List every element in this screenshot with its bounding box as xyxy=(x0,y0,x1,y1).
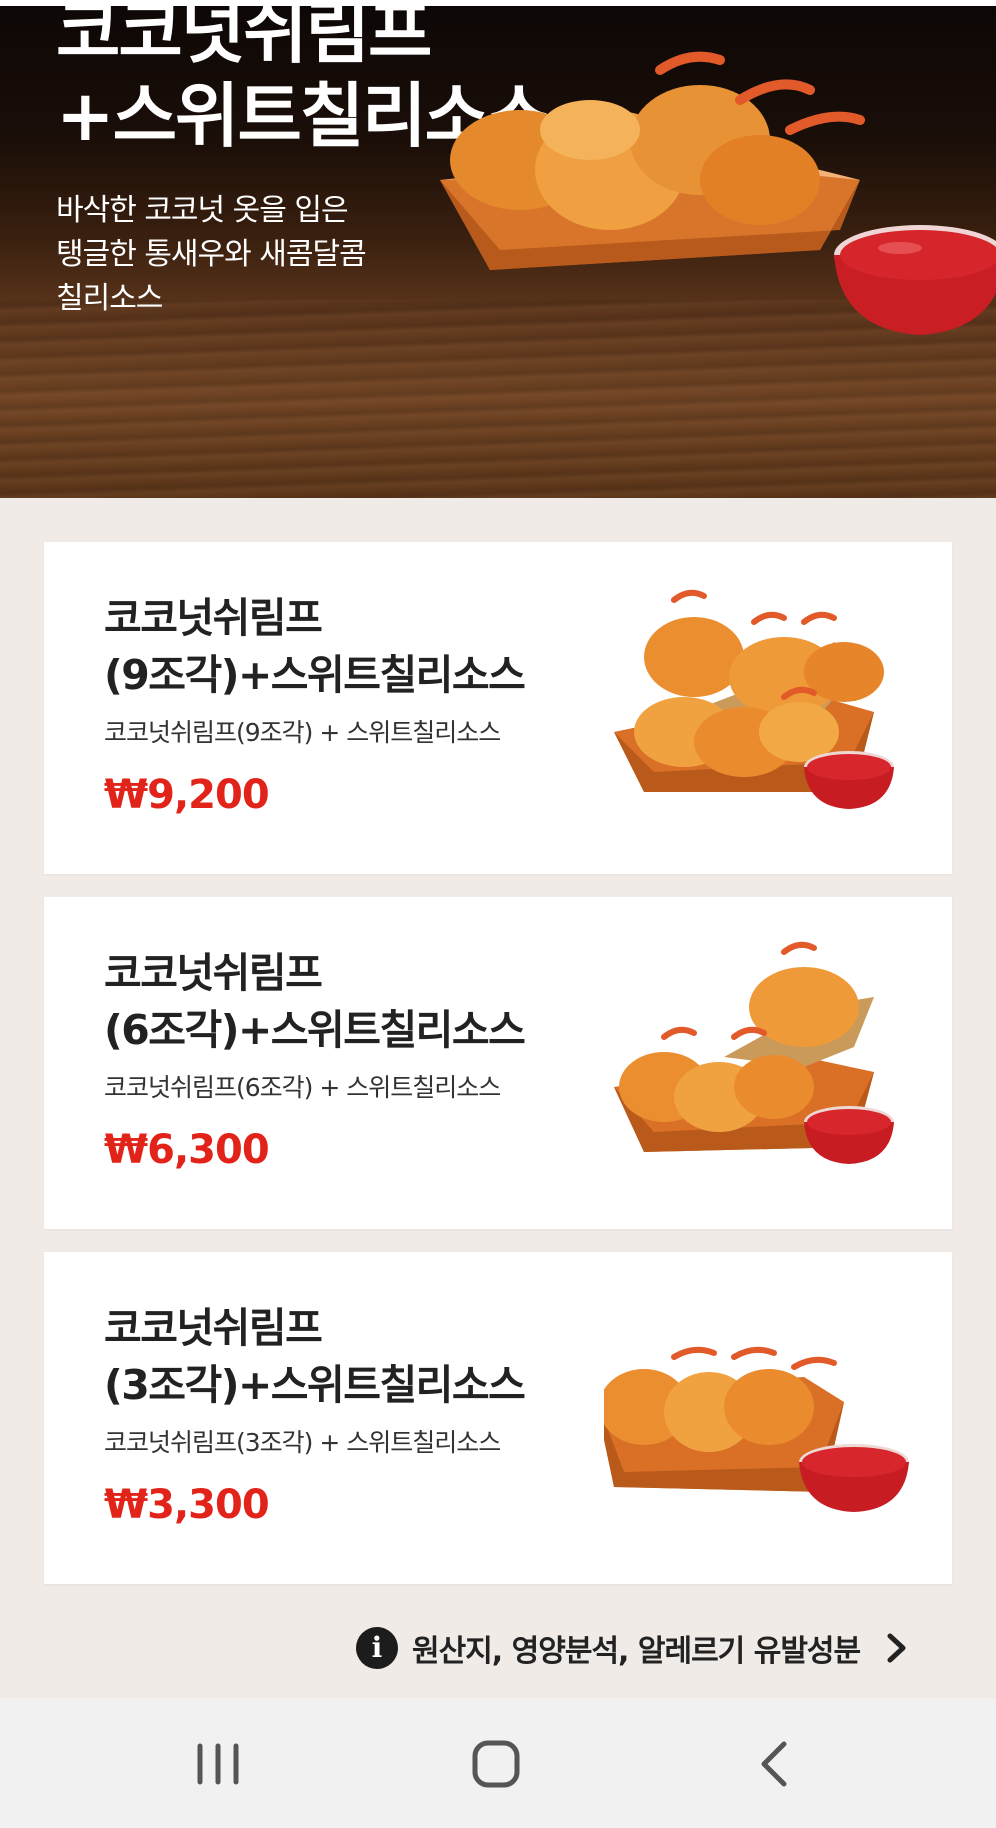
nutrition-allergen-info-link[interactable]: i 원산지, 영양분석, 알레르기 유발성분 xyxy=(356,1622,960,1674)
hero-shrimp-image xyxy=(440,51,996,335)
product-card-9pc[interactable]: 코코넛쉬림프 (9조각)+스위트칠리소스 코코넛쉬림프(9조각) + 스위트칠리… xyxy=(44,542,952,874)
product-title-line1: 코코넛쉬림프 xyxy=(104,949,323,997)
recent-apps-icon[interactable] xyxy=(188,1734,248,1794)
info-link-label: 원산지, 영양분석, 알레르기 유발성분 xyxy=(412,1634,861,1669)
product-card-6pc[interactable]: 코코넛쉬림프 (6조각)+스위트칠리소스 코코넛쉬림프(6조각) + 스위트칠리… xyxy=(44,897,952,1229)
product-title: 코코넛쉬림프 (9조각)+스위트칠리소스 xyxy=(104,590,564,704)
back-icon[interactable] xyxy=(746,1734,806,1794)
product-card-3pc[interactable]: 코코넛쉬림프 (3조각)+스위트칠리소스 코코넛쉬림프(3조각) + 스위트칠리… xyxy=(44,1252,952,1584)
info-icon: i xyxy=(356,1627,398,1669)
product-components: 코코넛쉬림프(9조각) + 스위트칠리소스 xyxy=(104,718,501,747)
hero-description: 바삭한 코코넛 옷을 입은 탱글한 통새우와 새콤달콤 칠리소스 xyxy=(56,193,367,316)
product-title: 코코넛쉬림프 (3조각)+스위트칠리소스 xyxy=(104,1300,564,1414)
product-title-line2: (6조각)+스위트칠리소스 xyxy=(104,1006,526,1054)
product-title-line1: 코코넛쉬림프 xyxy=(104,1304,323,1352)
product-title: 코코넛쉬림프 (6조각)+스위트칠리소스 xyxy=(104,945,564,1059)
home-icon[interactable] xyxy=(466,1734,526,1794)
product-price: ₩9,200 xyxy=(104,772,270,818)
system-navigation-bar xyxy=(0,1698,996,1828)
product-title-line2: (3조각)+스위트칠리소스 xyxy=(104,1361,526,1409)
chevron-right-icon xyxy=(887,1633,906,1663)
product-price: ₩3,300 xyxy=(104,1482,270,1528)
product-price: ₩6,300 xyxy=(104,1127,270,1173)
product-image-3pc xyxy=(604,1346,909,1512)
product-components: 코코넛쉬림프(6조각) + 스위트칠리소스 xyxy=(104,1073,501,1102)
product-title-line2: (9조각)+스위트칠리소스 xyxy=(104,651,526,699)
product-components: 코코넛쉬림프(3조각) + 스위트칠리소스 xyxy=(104,1428,501,1457)
hero-banner: 코코넛쉬림프 +스위트칠리소스 바삭한 코코넛 옷을 입은 탱글한 통새우와 새… xyxy=(0,0,996,498)
product-title-line1: 코코넛쉬림프 xyxy=(104,594,323,642)
product-image-6pc xyxy=(614,941,894,1164)
product-image-9pc xyxy=(614,589,894,809)
